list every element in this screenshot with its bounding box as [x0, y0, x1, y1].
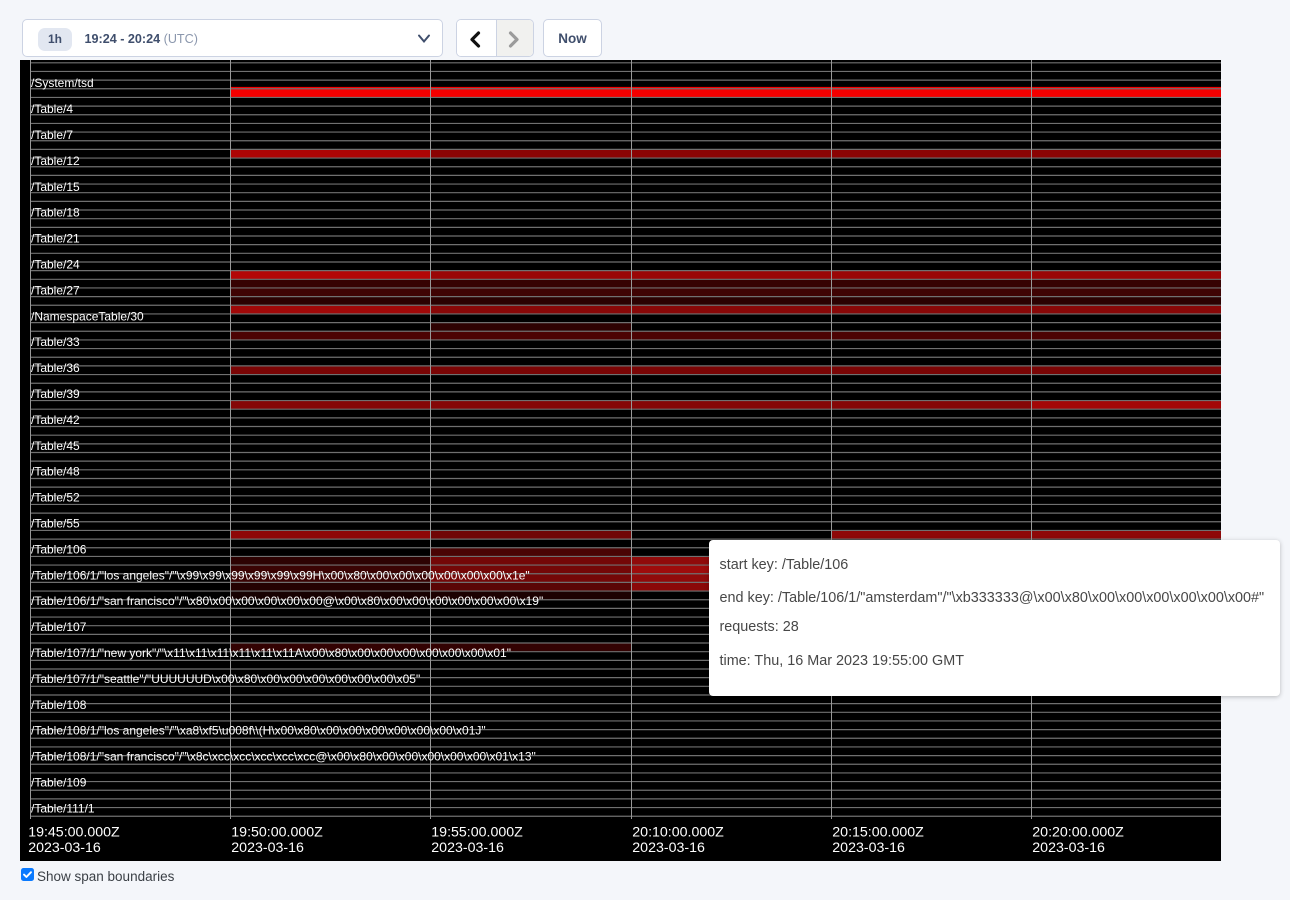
svg-text:/Table/33: /Table/33 — [31, 335, 80, 349]
svg-text:/Table/108/1/"los angeles"/"\x: /Table/108/1/"los angeles"/"\xa8\xf5\u00… — [31, 724, 486, 738]
svg-text:2023-03-16: 2023-03-16 — [231, 840, 304, 856]
svg-text:20:20:00.000Z: 20:20:00.000Z — [1032, 825, 1124, 841]
svg-text:2023-03-16: 2023-03-16 — [832, 840, 905, 856]
svg-text:2023-03-16: 2023-03-16 — [431, 840, 504, 856]
svg-text:/Table/24: /Table/24 — [31, 258, 80, 272]
svg-text:/Table/15: /Table/15 — [31, 180, 80, 194]
svg-text:2023-03-16: 2023-03-16 — [1032, 840, 1105, 856]
svg-text:/Table/107/1/"new york"/"\x11\: /Table/107/1/"new york"/"\x11\x11\x11\x1… — [31, 646, 511, 660]
svg-text:2023-03-16: 2023-03-16 — [28, 840, 101, 856]
svg-text:19:45:00.000Z: 19:45:00.000Z — [28, 825, 120, 841]
svg-text:/Table/45: /Table/45 — [31, 439, 80, 453]
svg-text:20:10:00.000Z: 20:10:00.000Z — [632, 825, 724, 841]
svg-text:/Table/52: /Table/52 — [31, 491, 80, 505]
svg-text:/Table/12: /Table/12 — [31, 154, 80, 168]
svg-text:/Table/55: /Table/55 — [31, 517, 80, 531]
svg-text:/Table/108/1/"san francisco"/": /Table/108/1/"san francisco"/"\x8c\xcc\x… — [31, 750, 536, 764]
svg-text:/Table/108: /Table/108 — [31, 698, 87, 712]
svg-text:2023-03-16: 2023-03-16 — [632, 840, 705, 856]
svg-text:/Table/18: /Table/18 — [31, 206, 80, 220]
svg-text:/Table/106/1/"los angeles"/"\x: /Table/106/1/"los angeles"/"\x99\x99\x99… — [31, 568, 530, 582]
svg-text:/System/tsd: /System/tsd — [31, 76, 94, 90]
svg-text:19:55:00.000Z: 19:55:00.000Z — [431, 825, 523, 841]
svg-text:/Table/111/1: /Table/111/1 — [31, 801, 95, 815]
svg-text:/Table/42: /Table/42 — [31, 413, 80, 427]
svg-text:/Table/21: /Table/21 — [31, 232, 80, 246]
svg-text:/Table/7: /Table/7 — [31, 128, 73, 142]
svg-text:/Table/27: /Table/27 — [31, 283, 80, 297]
svg-text:/Table/106: /Table/106 — [31, 542, 87, 556]
svg-text:/Table/4: /Table/4 — [31, 102, 73, 116]
svg-text:/Table/107: /Table/107 — [31, 620, 87, 634]
svg-text:/Table/107/1/"seattle"/"UUUUUU: /Table/107/1/"seattle"/"UUUUUUD\x00\x80\… — [31, 672, 420, 686]
svg-text:/Table/106/1/"san francisco"/": /Table/106/1/"san francisco"/"\x80\x00\x… — [31, 594, 543, 608]
svg-text:/Table/36: /Table/36 — [31, 361, 80, 375]
svg-text:/NamespaceTable/30: /NamespaceTable/30 — [31, 309, 144, 323]
svg-text:20:15:00.000Z: 20:15:00.000Z — [832, 825, 924, 841]
svg-text:19:50:00.000Z: 19:50:00.000Z — [231, 825, 323, 841]
svg-text:/Table/39: /Table/39 — [31, 387, 80, 401]
svg-text:/Table/109: /Table/109 — [31, 776, 87, 790]
svg-text:/Table/48: /Table/48 — [31, 465, 80, 479]
